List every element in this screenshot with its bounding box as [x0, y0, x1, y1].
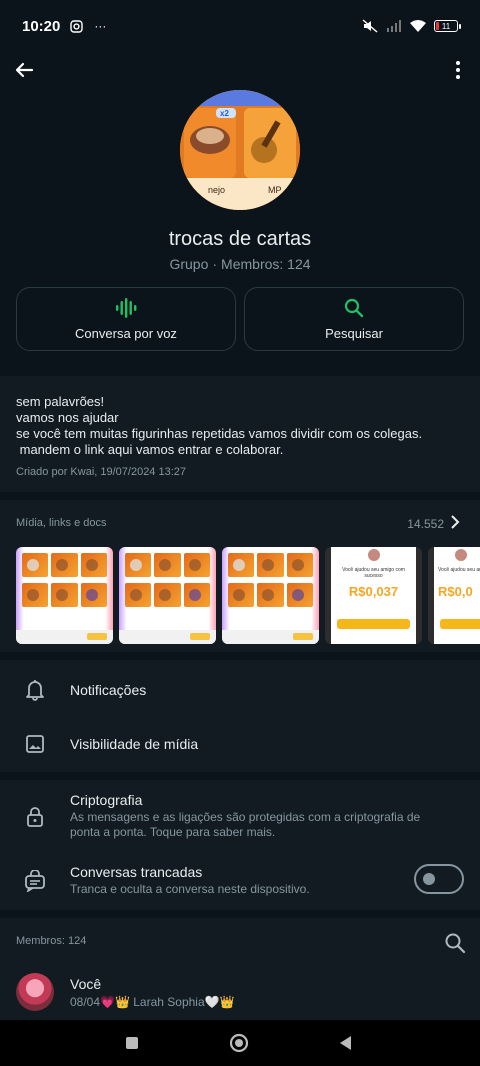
locked-chat-icon — [24, 870, 46, 892]
chevron-right-icon[interactable] — [448, 514, 462, 530]
locked-chats-title: Conversas trancadas — [70, 864, 203, 880]
group-type: Grupo — [169, 256, 209, 272]
member-name: Você — [70, 976, 102, 992]
back-button[interactable] — [10, 56, 38, 84]
system-nav-bar — [0, 1020, 480, 1066]
media-thumbnail[interactable]: Você ajudou seu amigo com sucesso R$0,0 — [428, 547, 480, 644]
group-subtitle: Grupo · Membros: 124 — [0, 256, 480, 272]
arrow-left-icon — [15, 62, 34, 78]
locked-chats-toggle[interactable] — [414, 864, 464, 894]
media-thumbnail[interactable] — [16, 547, 113, 644]
encryption-description: As mensagens e as ligações são protegida… — [70, 810, 421, 839]
voice-chat-label: Conversa por voz — [75, 325, 177, 341]
voice-chat-button[interactable]: Conversa por voz — [16, 287, 236, 351]
square-icon — [126, 1037, 138, 1049]
instagram-icon — [68, 19, 84, 33]
notifications-label: Notificações — [70, 682, 147, 698]
toggle-knob — [423, 873, 435, 885]
promo-value: R$0,0 — [438, 584, 473, 599]
avatar-caption-right: MP — [268, 185, 282, 195]
status-bar: 10:20 ··· 11 — [0, 0, 480, 52]
top-bar — [0, 52, 480, 86]
avatar — [455, 549, 467, 561]
description-line: sem palavrões! — [16, 394, 105, 409]
members-section: Membros: 124 Você 08/04💗👑 Larah Sophia🤍👑 — [0, 918, 480, 1020]
notifications-row[interactable]: Notificações — [0, 678, 480, 702]
circle-icon — [229, 1033, 249, 1053]
group-name: trocas de cartas — [168, 228, 312, 250]
privacy-settings: Criptografia As mensagens e as ligações … — [0, 780, 480, 910]
member-row[interactable]: Você 08/04💗👑 Larah Sophia🤍👑 — [16, 973, 235, 1011]
triangle-back-icon — [340, 1036, 351, 1050]
media-header[interactable]: Mídia, links e docs — [16, 517, 106, 529]
group-avatar[interactable]: x2 nejo MP — [180, 90, 300, 210]
dot-icon — [456, 75, 460, 79]
back-nav-button[interactable] — [334, 1032, 356, 1054]
media-thumbnail[interactable] — [222, 547, 319, 644]
members-header: Membros: 124 — [16, 935, 87, 947]
voice-wave-icon — [116, 297, 137, 318]
promo-text: Você ajudou seu amigo com sucesso — [438, 567, 480, 573]
group-description[interactable]: sem palavrões! vamos nos ajudar se você … — [0, 376, 480, 492]
avatar-caption-left: nejo — [208, 185, 226, 195]
search-icon — [344, 298, 364, 317]
encryption-title: Criptografia — [70, 792, 143, 808]
bell-icon — [24, 679, 46, 701]
separator: · — [212, 256, 218, 272]
media-thumbnail[interactable] — [119, 547, 216, 644]
image-icon — [24, 733, 46, 755]
media-count[interactable]: 14.552 — [407, 517, 444, 531]
media-thumbnail[interactable]: Você ajudou seu amigo com sucesso R$0,03… — [325, 547, 422, 644]
dot-icon — [456, 61, 460, 65]
promo-text: Você ajudou seu amigo com sucesso — [342, 567, 405, 579]
notification-settings: Notificações Visibilidade de mídia — [0, 660, 480, 772]
description-line: mandem o link aqui vamos entrar e colabo… — [16, 442, 284, 457]
avatar — [16, 973, 54, 1011]
more-options-button[interactable] — [448, 56, 468, 84]
more-notifications-icon: ··· — [94, 19, 107, 33]
recents-button[interactable] — [121, 1032, 143, 1054]
lock-icon — [24, 806, 46, 828]
promo-value: R$0,037 — [348, 584, 399, 599]
avatar-badge: x2 — [220, 109, 229, 118]
signal-icon — [386, 19, 402, 33]
media-visibility-label: Visibilidade de mídia — [70, 736, 199, 752]
created-by: Criado por Kwai, 19/07/2024 13:27 — [16, 466, 187, 478]
dot-icon — [456, 68, 460, 72]
avatar — [367, 549, 380, 561]
locked-chats-row[interactable]: Conversas trancadas Tranca e oculta a co… — [0, 864, 480, 900]
battery-level: 11 — [441, 21, 451, 31]
search-icon[interactable] — [444, 932, 466, 954]
mute-icon — [362, 19, 378, 33]
battery-icon: 11 — [434, 20, 461, 32]
description-line: vamos nos ajudar — [16, 410, 119, 425]
home-button[interactable] — [228, 1032, 250, 1054]
media-visibility-row[interactable]: Visibilidade de mídia — [0, 732, 480, 756]
locked-chats-description: Tranca e oculta a conversa neste disposi… — [70, 882, 310, 896]
encryption-row[interactable]: Criptografia As mensagens e as ligações … — [0, 792, 480, 840]
members-count: Membros: 124 — [221, 256, 311, 272]
search-button[interactable]: Pesquisar — [244, 287, 464, 351]
status-time: 10:20 — [22, 17, 61, 35]
description-line: se você tem muitas figurinhas repetidas … — [16, 426, 423, 441]
search-label: Pesquisar — [325, 325, 383, 341]
media-section: Mídia, links e docs 14.552 Você ajudou s… — [0, 500, 480, 652]
wifi-icon — [410, 19, 426, 33]
member-status: 08/04💗👑 Larah Sophia🤍👑 — [70, 995, 235, 1009]
